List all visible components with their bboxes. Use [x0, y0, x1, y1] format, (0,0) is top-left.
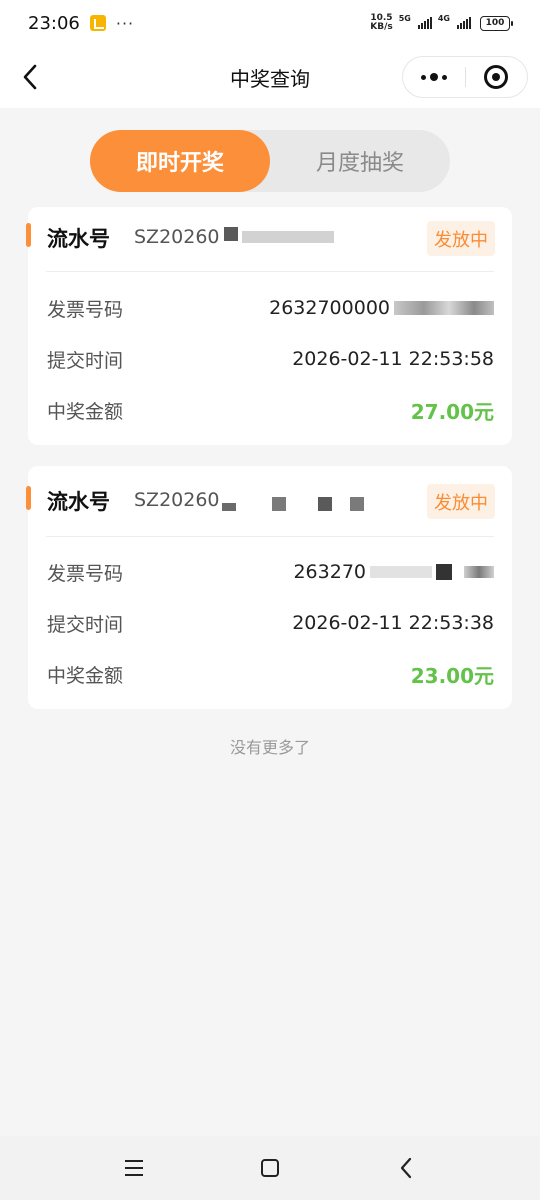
no-more-text: 没有更多了: [229, 738, 310, 757]
status-badge: 发放中: [427, 221, 495, 256]
home-icon: [261, 1159, 279, 1177]
serial-value: SZ20260: [134, 489, 220, 511]
privacy-mask: [222, 503, 236, 511]
record-card[interactable]: 流水号 SZ20260 发放中 发票号码 2632700000 提交时间 202…: [26, 207, 512, 445]
privacy-mask: [394, 301, 494, 315]
card-divider: [46, 536, 494, 537]
record-card-header: 流水号 SZ20260 发放中: [26, 466, 512, 530]
privacy-mask: [318, 497, 332, 511]
invoice-label: 发票号码: [47, 298, 124, 321]
accent-bar: [26, 223, 31, 247]
more-button[interactable]: [403, 57, 465, 97]
privacy-mask: [436, 564, 452, 580]
battery-icon: 100: [480, 15, 513, 31]
draw-type-tabs: 即时开奖 月度抽奖: [90, 130, 450, 192]
network-speed-unit: KB/s: [370, 22, 393, 32]
invoice-value: 263270: [293, 561, 494, 583]
record-card[interactable]: 流水号 SZ20260 发放中 发票号码 263270 提交时间 2026-02…: [26, 466, 512, 709]
status-badge: 发放中: [427, 484, 495, 519]
signal-1-icon: [417, 17, 432, 29]
more-dots-icon: [420, 73, 447, 81]
serial-label: 流水号: [47, 490, 110, 514]
amount-row: 中奖金额 23.00元: [47, 659, 494, 689]
record-card-header: 流水号 SZ20260 发放中: [26, 207, 512, 271]
serial-label: 流水号: [47, 227, 110, 251]
amount-value: 23.00元: [410, 663, 494, 688]
serial-value: SZ20260: [134, 226, 220, 248]
status-right: 10.5 KB/s 5G 4G 100: [370, 14, 513, 32]
invoice-number: 2632700000: [269, 297, 390, 319]
submit-time-row: 提交时间 2026-02-11 22:53:38: [47, 608, 494, 638]
tab-monthly-draw[interactable]: 月度抽奖: [270, 130, 450, 192]
privacy-mask: [224, 227, 238, 241]
mini-program-capsule: [402, 56, 528, 98]
privacy-mask: [350, 497, 364, 511]
accent-bar: [26, 486, 31, 510]
menu-icon: [125, 1160, 143, 1176]
submit-time-label: 提交时间: [47, 613, 124, 636]
amount-label: 中奖金额: [47, 400, 124, 423]
close-mini-program-button[interactable]: [466, 57, 528, 97]
back-icon: [400, 1157, 412, 1179]
recent-apps-button[interactable]: [114, 1148, 154, 1188]
invoice-label: 发票号码: [47, 562, 124, 585]
submit-time-label: 提交时间: [47, 349, 124, 372]
nav-bar: 中奖查询: [0, 46, 540, 108]
signal-1-type: 5G: [398, 14, 411, 23]
system-back-button[interactable]: [386, 1148, 426, 1188]
invoice-row: 发票号码 263270: [47, 557, 494, 587]
amount-row: 中奖金额 27.00元: [47, 395, 494, 425]
system-navigation-bar: [0, 1136, 540, 1200]
network-speed: 10.5 KB/s: [370, 14, 392, 32]
signal-2-type: 4G: [437, 14, 450, 23]
card-divider: [46, 271, 494, 272]
privacy-mask: [272, 497, 286, 511]
signal-2-icon: [457, 17, 471, 29]
invoice-value: 2632700000: [269, 297, 494, 319]
privacy-mask: [242, 231, 334, 243]
notification-icon: [89, 15, 106, 31]
tab-instant-draw[interactable]: 即时开奖: [90, 130, 270, 192]
target-circle-icon: [484, 65, 509, 89]
status-time: 23:06: [28, 12, 80, 34]
submit-time-row: 提交时间 2026-02-11 22:53:58: [47, 344, 494, 374]
home-button[interactable]: [250, 1148, 290, 1188]
invoice-number: 263270: [293, 561, 366, 583]
invoice-row: 发票号码 2632700000: [47, 293, 494, 323]
privacy-mask: [370, 566, 432, 578]
submit-time-value: 2026-02-11 22:53:38: [292, 612, 494, 634]
submit-time-value: 2026-02-11 22:53:58: [292, 348, 494, 370]
amount-label: 中奖金额: [47, 664, 124, 687]
battery-level: 100: [485, 18, 505, 28]
status-more-icon: ···: [115, 13, 135, 33]
amount-value: 27.00元: [410, 399, 494, 424]
status-bar: 23:06 ··· 10.5 KB/s 5G 4G 100: [0, 0, 540, 46]
privacy-mask: [464, 566, 494, 578]
status-left: 23:06 ···: [28, 13, 134, 34]
